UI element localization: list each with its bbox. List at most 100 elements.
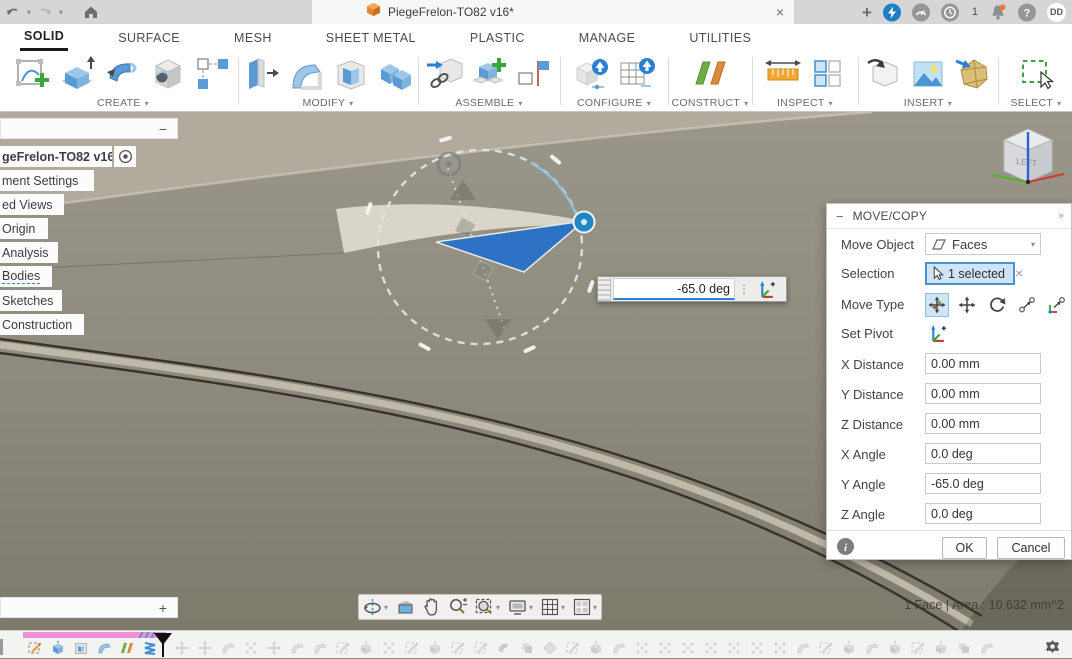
timeline-feature-revolve-suppressed[interactable] bbox=[496, 640, 512, 656]
timeline-feature-move-suppressed[interactable] bbox=[266, 640, 282, 656]
window-zoom-button[interactable]: ▾ bbox=[473, 598, 502, 616]
browser-footer-bar[interactable]: + bbox=[0, 597, 178, 618]
timeline-feature-fillet-suppressed[interactable] bbox=[289, 640, 305, 656]
timeline-feature-pattern-suppressed[interactable] bbox=[381, 640, 397, 656]
timeline-feature-sketch-suppressed[interactable] bbox=[450, 640, 466, 656]
tab-manage[interactable]: MANAGE bbox=[575, 24, 640, 51]
ribbon-group-label[interactable]: CONFIGURE▾ bbox=[577, 96, 651, 110]
move-type-point-to-position-button[interactable] bbox=[1045, 293, 1069, 317]
set-pivot-button[interactable] bbox=[925, 321, 949, 345]
browser-header-bar[interactable]: − bbox=[0, 118, 178, 139]
ribbon-construction-plane-button[interactable] bbox=[689, 53, 731, 95]
grid-caret-icon[interactable]: ▾ bbox=[561, 603, 565, 612]
ribbon-insert-component-button[interactable] bbox=[423, 53, 465, 95]
move-type-rotate-button[interactable] bbox=[985, 293, 1009, 317]
job-status-icon[interactable] bbox=[883, 3, 901, 21]
timeline-feature-pattern-suppressed[interactable] bbox=[749, 640, 765, 656]
timeline-feature-sketch-suppressed[interactable] bbox=[473, 640, 489, 656]
job-queue-clock-icon[interactable] bbox=[941, 3, 959, 21]
timeline-feature-sketch-suppressed[interactable] bbox=[335, 640, 351, 656]
timeline-feature-sketch[interactable] bbox=[27, 640, 43, 656]
move-type-free-move-button[interactable] bbox=[925, 293, 949, 317]
browser-item-gefrelon-to82-v16[interactable]: geFrelon-TO82 v16 bbox=[0, 146, 112, 167]
ribbon-fillet-button[interactable] bbox=[285, 53, 327, 95]
display-settings-button[interactable]: ▾ bbox=[506, 599, 535, 616]
timeline-feature-move-suppressed[interactable] bbox=[174, 640, 190, 656]
timeline-feature-sketch-suppressed[interactable] bbox=[818, 640, 834, 656]
browser-expand-icon[interactable]: + bbox=[159, 600, 167, 616]
timeline-feature-plane[interactable] bbox=[119, 640, 135, 656]
browser-item-ed-views[interactable]: ed Views bbox=[0, 194, 64, 215]
timeline-feature-extrude-suppressed[interactable] bbox=[358, 640, 374, 656]
overflow-menu-icon[interactable]: ⋮ bbox=[735, 282, 753, 296]
help-icon[interactable]: ? bbox=[1018, 3, 1036, 21]
ribbon-create-sketch-button[interactable] bbox=[12, 53, 54, 95]
timeline-feature-extrude-suppressed[interactable] bbox=[427, 640, 443, 656]
timeline-feature-extrude-suppressed[interactable] bbox=[841, 640, 857, 656]
field-input-y-distance[interactable] bbox=[925, 383, 1041, 404]
ribbon-press-pull-button[interactable] bbox=[240, 53, 282, 95]
timeline-feature-combine-suppressed[interactable] bbox=[956, 640, 972, 656]
new-tab-icon[interactable]: + bbox=[862, 4, 872, 21]
ribbon-configuration-button[interactable] bbox=[571, 53, 613, 95]
browser-item-analysis[interactable]: Analysis bbox=[0, 242, 58, 263]
ribbon-group-label[interactable]: ASSEMBLE▾ bbox=[455, 96, 522, 110]
zoom-button[interactable] bbox=[446, 598, 469, 616]
tab-plastic[interactable]: PLASTIC bbox=[466, 24, 529, 51]
timeline-feature-move-suppressed[interactable] bbox=[197, 640, 213, 656]
display-caret-icon[interactable]: ▾ bbox=[529, 603, 533, 612]
timeline-feature-fillet-suppressed[interactable] bbox=[312, 640, 328, 656]
timeline-feature-fillet-suppressed[interactable] bbox=[795, 640, 811, 656]
dialog-collapse-icon[interactable]: − bbox=[836, 209, 844, 224]
viewports-caret-icon[interactable]: ▾ bbox=[593, 603, 597, 612]
tab-mesh[interactable]: MESH bbox=[230, 24, 276, 51]
tab-solid[interactable]: SOLID bbox=[20, 24, 68, 51]
ribbon-group-label[interactable]: MODIFY▾ bbox=[303, 96, 354, 110]
timeline-feature-sketch-suppressed[interactable] bbox=[565, 640, 581, 656]
browser-item-ment-settings[interactable]: ment Settings bbox=[0, 170, 94, 191]
component-activate-radio[interactable] bbox=[114, 146, 136, 167]
ribbon-select-tool-button[interactable] bbox=[1015, 53, 1057, 95]
timeline-playhead[interactable] bbox=[154, 633, 172, 645]
ribbon-group-label[interactable]: INSERT▾ bbox=[904, 96, 952, 110]
browser-collapse-icon[interactable]: − bbox=[159, 121, 167, 137]
ribbon-shell-button[interactable] bbox=[330, 53, 372, 95]
document-tab[interactable]: PiegeFrelon-TO82 v16* × bbox=[312, 0, 794, 24]
move-type-point-to-point-button[interactable] bbox=[1015, 293, 1039, 317]
notifications-bell-icon[interactable] bbox=[989, 3, 1007, 21]
timeline-feature-extrude-suppressed[interactable] bbox=[887, 640, 903, 656]
ribbon-configuration-table-button[interactable] bbox=[616, 53, 658, 95]
ribbon-measure-button[interactable] bbox=[762, 53, 804, 95]
timeline-feature-fillet-suppressed[interactable] bbox=[611, 640, 627, 656]
grid-snap-button[interactable]: ▾ bbox=[539, 598, 567, 616]
tab-sheet-metal[interactable]: SHEET METAL bbox=[322, 24, 420, 51]
move-type-translate-button[interactable] bbox=[955, 293, 979, 317]
redo-icon[interactable] bbox=[36, 3, 54, 21]
angle-input[interactable] bbox=[613, 278, 735, 300]
orbit-caret-icon[interactable]: ▾ bbox=[384, 603, 388, 612]
ribbon-extrude-button[interactable] bbox=[57, 53, 99, 95]
timeline-feature-extrude[interactable] bbox=[50, 640, 66, 656]
browser-item-bodies[interactable]: Bodies bbox=[0, 266, 52, 287]
ribbon-group-label[interactable]: INSPECT▾ bbox=[777, 96, 833, 110]
document-close-icon[interactable]: × bbox=[776, 5, 784, 19]
dialog-header[interactable]: − MOVE/COPY » bbox=[827, 204, 1071, 229]
browser-item-construction[interactable]: Construction bbox=[0, 314, 84, 335]
timeline-feature-shell[interactable] bbox=[73, 640, 89, 656]
ribbon-new-component-button[interactable] bbox=[468, 53, 510, 95]
timeline-feature-combine-suppressed[interactable] bbox=[519, 640, 535, 656]
timeline-feature-extrude-suppressed[interactable] bbox=[588, 640, 604, 656]
ok-button[interactable]: OK bbox=[942, 537, 987, 559]
browser-item-origin[interactable]: Origin bbox=[0, 218, 48, 239]
orbit-button[interactable]: ▾ bbox=[361, 598, 390, 617]
timeline-feature-fillet-suppressed[interactable] bbox=[979, 640, 995, 656]
tab-utilities[interactable]: UTILITIES bbox=[685, 24, 755, 51]
window-zoom-caret-icon[interactable]: ▾ bbox=[496, 603, 500, 612]
dialog-dock-icon[interactable]: » bbox=[1058, 210, 1064, 222]
viewcube[interactable]: LEFT bbox=[986, 116, 1070, 200]
timeline-feature-pattern-suppressed[interactable] bbox=[634, 640, 650, 656]
selection-chip[interactable]: 1 selected bbox=[925, 262, 1015, 285]
ribbon-pattern-button[interactable] bbox=[192, 53, 234, 95]
ribbon-canvas-image-button[interactable] bbox=[907, 53, 949, 95]
look-at-button[interactable] bbox=[394, 599, 417, 616]
